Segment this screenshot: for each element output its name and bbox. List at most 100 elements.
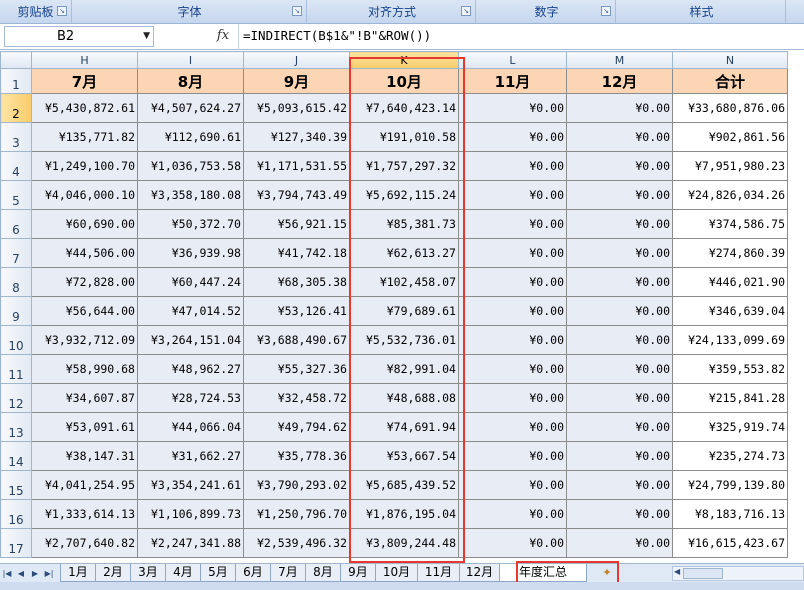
- total-cell[interactable]: ¥24,799,139.80: [672, 470, 788, 500]
- data-cell[interactable]: ¥4,046,000.10: [31, 180, 138, 210]
- sheet-tab[interactable]: 8月: [305, 564, 341, 582]
- data-cell[interactable]: ¥0.00: [566, 354, 673, 384]
- last-sheet-icon[interactable]: ▶|: [42, 569, 56, 578]
- data-cell[interactable]: ¥1,876,195.04: [349, 499, 459, 529]
- name-box[interactable]: B2 ▼: [4, 26, 154, 47]
- total-cell[interactable]: ¥346,639.04: [672, 296, 788, 326]
- sheet-tab[interactable]: 1月: [60, 564, 96, 582]
- ribbon-group-clipboard[interactable]: 剪贴板 ↘: [0, 0, 72, 23]
- row-header[interactable]: 11: [0, 354, 32, 384]
- row-header[interactable]: 7: [0, 238, 32, 268]
- data-cell[interactable]: ¥0.00: [458, 267, 567, 297]
- data-cell[interactable]: ¥85,381.73: [349, 209, 459, 239]
- month-header-cell[interactable]: 8月: [137, 68, 244, 94]
- data-cell[interactable]: ¥74,691.94: [349, 412, 459, 442]
- sheet-tab[interactable]: 11月: [417, 564, 460, 582]
- data-cell[interactable]: ¥47,014.52: [137, 296, 244, 326]
- data-cell[interactable]: ¥79,689.61: [349, 296, 459, 326]
- data-cell[interactable]: ¥4,041,254.95: [31, 470, 138, 500]
- column-header-i[interactable]: I: [137, 51, 244, 69]
- data-cell[interactable]: ¥3,932,712.09: [31, 325, 138, 355]
- scroll-thumb[interactable]: [683, 568, 723, 579]
- data-cell[interactable]: ¥3,354,241.61: [137, 470, 244, 500]
- column-header-m[interactable]: M: [566, 51, 673, 69]
- data-cell[interactable]: ¥0.00: [566, 470, 673, 500]
- sheet-tab[interactable]: 年度汇总: [499, 564, 587, 582]
- data-cell[interactable]: ¥49,794.62: [243, 412, 350, 442]
- data-cell[interactable]: ¥0.00: [458, 499, 567, 529]
- column-header-n[interactable]: N: [672, 51, 788, 69]
- data-cell[interactable]: ¥32,458.72: [243, 383, 350, 413]
- row-header[interactable]: 10: [0, 325, 32, 355]
- total-cell[interactable]: ¥446,021.90: [672, 267, 788, 297]
- data-cell[interactable]: ¥5,532,736.01: [349, 325, 459, 355]
- next-sheet-icon[interactable]: ▶: [28, 569, 42, 578]
- total-cell[interactable]: ¥33,680,876.06: [672, 93, 788, 123]
- total-cell[interactable]: ¥274,860.39: [672, 238, 788, 268]
- total-cell[interactable]: ¥7,951,980.23: [672, 151, 788, 181]
- total-cell[interactable]: ¥325,919.74: [672, 412, 788, 442]
- data-cell[interactable]: ¥0.00: [566, 267, 673, 297]
- data-cell[interactable]: ¥55,327.36: [243, 354, 350, 384]
- data-cell[interactable]: ¥0.00: [458, 93, 567, 123]
- month-header-cell[interactable]: 合计: [672, 68, 788, 94]
- insert-sheet-icon[interactable]: ✦: [600, 566, 614, 580]
- data-cell[interactable]: ¥0.00: [458, 325, 567, 355]
- month-header-cell[interactable]: 7月: [31, 68, 138, 94]
- data-cell[interactable]: ¥35,778.36: [243, 441, 350, 471]
- data-cell[interactable]: ¥1,036,753.58: [137, 151, 244, 181]
- ribbon-group-alignment[interactable]: 对齐方式 ↘: [309, 0, 476, 23]
- sheet-tab[interactable]: 10月: [375, 564, 418, 582]
- data-cell[interactable]: ¥3,790,293.02: [243, 470, 350, 500]
- dialog-launcher-icon[interactable]: ↘: [461, 6, 471, 16]
- data-cell[interactable]: ¥1,249,100.70: [31, 151, 138, 181]
- row-header[interactable]: 2: [0, 93, 32, 123]
- data-cell[interactable]: ¥0.00: [566, 441, 673, 471]
- data-cell[interactable]: ¥36,939.98: [137, 238, 244, 268]
- data-cell[interactable]: ¥50,372.70: [137, 209, 244, 239]
- data-cell[interactable]: ¥0.00: [566, 499, 673, 529]
- data-cell[interactable]: ¥3,794,743.49: [243, 180, 350, 210]
- data-cell[interactable]: ¥135,771.82: [31, 122, 138, 152]
- formula-input[interactable]: =INDIRECT(B$1&"!B"&ROW()): [243, 28, 431, 43]
- dialog-launcher-icon[interactable]: ↘: [292, 6, 302, 16]
- data-cell[interactable]: ¥0.00: [458, 412, 567, 442]
- data-cell[interactable]: ¥0.00: [458, 354, 567, 384]
- data-cell[interactable]: ¥58,990.68: [31, 354, 138, 384]
- total-cell[interactable]: ¥235,274.73: [672, 441, 788, 471]
- data-cell[interactable]: ¥0.00: [458, 296, 567, 326]
- month-header-cell[interactable]: 10月: [349, 68, 459, 94]
- data-cell[interactable]: ¥0.00: [566, 296, 673, 326]
- row-header[interactable]: 8: [0, 267, 32, 297]
- first-sheet-icon[interactable]: |◀: [0, 569, 14, 578]
- total-cell[interactable]: ¥16,615,423.67: [672, 528, 788, 558]
- chevron-down-icon[interactable]: ▼: [143, 27, 150, 46]
- data-cell[interactable]: ¥0.00: [566, 180, 673, 210]
- row-header[interactable]: 16: [0, 499, 32, 529]
- data-cell[interactable]: ¥82,991.04: [349, 354, 459, 384]
- data-cell[interactable]: ¥53,091.61: [31, 412, 138, 442]
- data-cell[interactable]: ¥31,662.27: [137, 441, 244, 471]
- data-cell[interactable]: ¥7,640,423.14: [349, 93, 459, 123]
- sheet-tab[interactable]: 4月: [165, 564, 201, 582]
- sheet-tab[interactable]: 12月: [459, 564, 500, 582]
- data-cell[interactable]: ¥0.00: [566, 528, 673, 558]
- data-cell[interactable]: ¥28,724.53: [137, 383, 244, 413]
- data-cell[interactable]: ¥1,171,531.55: [243, 151, 350, 181]
- ribbon-group-number[interactable]: 数字 ↘: [478, 0, 616, 23]
- data-cell[interactable]: ¥0.00: [458, 180, 567, 210]
- ribbon-group-styles[interactable]: 样式: [618, 0, 786, 23]
- select-all-corner[interactable]: [0, 51, 32, 69]
- sheet-tab[interactable]: 6月: [235, 564, 271, 582]
- data-cell[interactable]: ¥56,921.15: [243, 209, 350, 239]
- row-header[interactable]: 12: [0, 383, 32, 413]
- sheet-tab[interactable]: 7月: [270, 564, 306, 582]
- column-header-h[interactable]: H: [31, 51, 138, 69]
- data-cell[interactable]: ¥1,106,899.73: [137, 499, 244, 529]
- data-cell[interactable]: ¥0.00: [566, 151, 673, 181]
- data-cell[interactable]: ¥0.00: [458, 238, 567, 268]
- total-cell[interactable]: ¥374,586.75: [672, 209, 788, 239]
- data-cell[interactable]: ¥38,147.31: [31, 441, 138, 471]
- horizontal-scrollbar[interactable]: ◀: [672, 566, 804, 581]
- data-cell[interactable]: ¥62,613.27: [349, 238, 459, 268]
